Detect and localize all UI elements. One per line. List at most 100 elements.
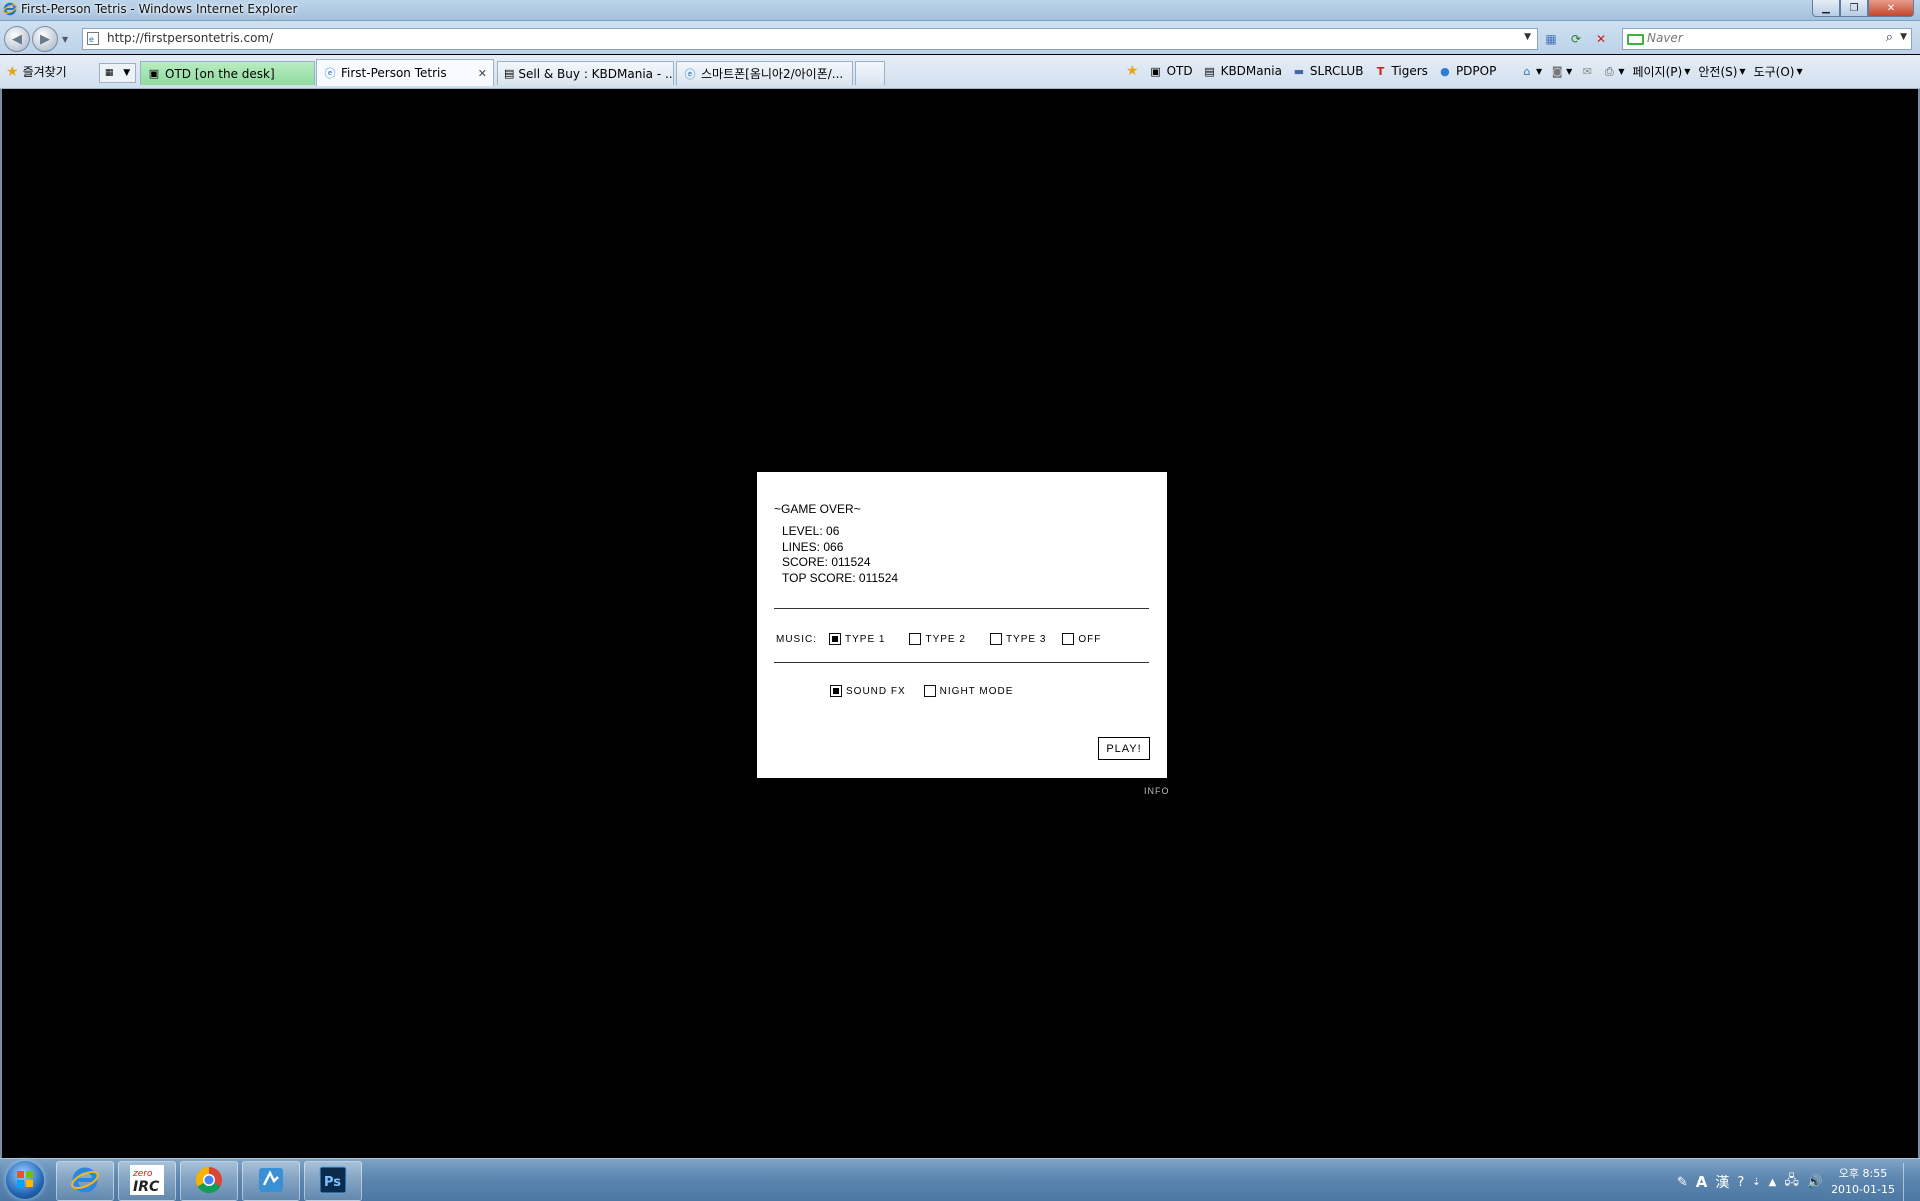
music-type2-checkbox[interactable] [909, 633, 922, 645]
favorites-button[interactable]: ★ 즐겨찾기 [6, 63, 67, 80]
history-dropdown-icon[interactable]: ▼ [62, 35, 68, 44]
sound-fx-option[interactable]: SOUND FX [830, 685, 906, 697]
music-type1-checkbox[interactable] [829, 633, 841, 645]
page-menu[interactable]: 페이지(P) ▼ [1632, 63, 1690, 80]
clock[interactable]: 오후 8:55 2010-01-15 [1831, 1166, 1895, 1198]
address-dropdown-icon[interactable]: ▼ [1524, 32, 1531, 42]
tab-label: OTD [on the desk] [165, 66, 275, 81]
link-slrclub[interactable]: ▬ SLRCLUB [1292, 64, 1364, 78]
mail-button[interactable]: ✉ [1580, 65, 1594, 79]
page-content: ~GAME OVER~ LEVEL: 06 LINES: 066 SCORE: … [0, 89, 1920, 1158]
window-title-bar: First-Person Tetris - Windows Internet E… [0, 0, 1920, 21]
help-icon[interactable]: ? [1737, 1175, 1744, 1190]
svg-text:IRC: IRC [133, 1179, 160, 1195]
top-score-stat: TOP SCORE: 011524 [782, 570, 899, 585]
link-tigers[interactable]: T Tigers [1373, 64, 1428, 78]
music-off-checkbox[interactable] [1062, 633, 1075, 645]
url-text[interactable]: http://firstpersontetris.com/ [107, 31, 273, 45]
taskbar-app[interactable] [242, 1161, 300, 1201]
safety-menu[interactable]: 안전(S) ▼ [1698, 63, 1745, 80]
home-icon: ⌂ [1523, 65, 1531, 78]
add-favorite-star-icon[interactable]: ★ [1126, 63, 1139, 79]
home-button[interactable]: ⌂ ▼ [1520, 65, 1543, 79]
new-tab-button[interactable] [855, 61, 885, 85]
divider [774, 662, 1149, 663]
refresh-button[interactable]: ⟳ [1565, 29, 1587, 49]
taskbar-zero-irc[interactable]: zero IRC [118, 1161, 176, 1201]
ime-mode-hanja[interactable]: 漢 [1715, 1172, 1729, 1192]
restore-button[interactable]: ❐ [1840, 0, 1868, 17]
page-icon: e [87, 32, 99, 48]
refresh-icon: ⟳ [1570, 32, 1582, 46]
tab-list-dropdown-icon[interactable]: ▼ [123, 68, 130, 78]
tools-menu-dropdown-icon: ▼ [1796, 67, 1803, 76]
sound-fx-checkbox[interactable] [830, 685, 842, 697]
extra-options: SOUND FX NIGHT MODE [830, 685, 1013, 697]
search-input[interactable]: Naver ⌕ ▼ [1622, 28, 1912, 50]
tab-command-bar: ★ 즐겨찾기 ▦ ▼ ▣ OTD [on the desk] ⓔ First-P… [0, 55, 1920, 89]
music-type3-option[interactable]: TYPE 3 [989, 633, 1046, 645]
game-over-dialog: ~GAME OVER~ LEVEL: 06 LINES: 066 SCORE: … [757, 472, 1167, 778]
window-controls: ▁ ❐ ✕ [1812, 0, 1914, 18]
start-button[interactable] [6, 1161, 44, 1199]
back-arrow-icon: ◀ [12, 31, 22, 47]
safety-menu-dropdown-icon: ▼ [1739, 67, 1746, 76]
print-dropdown-icon[interactable]: ▼ [1618, 67, 1624, 76]
network-icon[interactable]: 🖧 [1784, 1171, 1799, 1193]
taskbar-internet-explorer[interactable] [56, 1161, 114, 1201]
forward-button[interactable]: ▶ [32, 26, 58, 52]
quick-tabs-button[interactable]: ▦ ▼ [99, 63, 136, 83]
feeds-dropdown-icon[interactable]: ▼ [1566, 67, 1572, 76]
tools-menu[interactable]: 도구(O) ▼ [1754, 63, 1803, 80]
volume-icon[interactable]: 🔊 [1807, 1175, 1823, 1190]
tab-smartphone[interactable]: ⓔ 스마트폰[옴니아2/아이폰/... [676, 61, 853, 85]
link-pdpop[interactable]: ● PDPOP [1438, 64, 1496, 78]
show-desktop-button[interactable] [1903, 1163, 1914, 1201]
minimize-icon: ▁ [1822, 2, 1830, 14]
music-label: MUSIC: [776, 633, 817, 645]
tab-otd[interactable]: ▣ OTD [on the desk] [140, 61, 315, 85]
feeds-button[interactable]: ◙ ▼ [1550, 65, 1573, 79]
home-dropdown-icon[interactable]: ▼ [1536, 67, 1542, 76]
language-bar-options-icon[interactable]: ⇣ [1752, 1177, 1760, 1188]
show-hidden-icons-icon[interactable]: ▲ [1769, 1177, 1777, 1188]
night-mode-checkbox[interactable] [923, 685, 936, 697]
search-options-dropdown-icon[interactable]: ▼ [1900, 32, 1907, 42]
music-type1-option[interactable]: TYPE 1 [829, 633, 885, 645]
info-link[interactable]: INFO [1144, 786, 1170, 796]
back-button[interactable]: ◀ [4, 26, 30, 52]
print-icon: ⎙ [1604, 64, 1614, 78]
minimize-button[interactable]: ▁ [1812, 0, 1840, 17]
search-icon[interactable]: ⌕ [1886, 30, 1893, 45]
print-button[interactable]: ⎙ ▼ [1602, 64, 1625, 79]
link-kbdmania[interactable]: ▤ KBDMania [1203, 64, 1282, 78]
ime-toggle-icon[interactable]: ✎ [1677, 1175, 1688, 1190]
taskbar-chrome[interactable] [180, 1161, 238, 1201]
compatibility-view-button[interactable]: ▦ [1540, 29, 1562, 49]
tab-label: Sell & Buy : KBDMania - ... [518, 66, 674, 81]
music-off-option[interactable]: OFF [1062, 633, 1101, 645]
address-input[interactable]: e http://firstpersontetris.com/ ▼ [82, 28, 1538, 50]
music-type3-checkbox[interactable] [989, 633, 1002, 645]
play-button[interactable]: PLAY! [1098, 737, 1150, 760]
command-bar: ⌂ ▼ ◙ ▼ ✉ ⎙ ▼ 페이지(P) ▼ 안전(S) ▼ 도구(O) ▼ [1520, 63, 1803, 80]
restore-icon: ❐ [1849, 2, 1859, 14]
page-menu-dropdown-icon: ▼ [1684, 67, 1691, 76]
ie-logo-icon [2, 2, 18, 19]
tab-label: 스마트폰[옴니아2/아이폰/... [701, 67, 844, 81]
stop-button[interactable]: ✕ [1590, 29, 1612, 49]
close-window-button[interactable]: ✕ [1868, 0, 1914, 17]
link-otd[interactable]: ▣ OTD [1149, 64, 1192, 78]
svg-text:Ps: Ps [324, 1175, 341, 1190]
music-type2-option[interactable]: TYPE 2 [909, 633, 965, 645]
tab-first-person-tetris[interactable]: ⓔ First-Person Tetris ✕ [316, 59, 494, 86]
ime-mode-a[interactable]: A [1696, 1173, 1708, 1191]
tab-kbdmania[interactable]: ▤ Sell & Buy : KBDMania - ... [497, 61, 674, 85]
night-mode-option[interactable]: NIGHT MODE [923, 685, 1014, 697]
close-tab-icon[interactable]: ✕ [478, 67, 487, 80]
page-menu-label: 페이지(P) [1632, 65, 1683, 79]
taskbar-photoshop[interactable]: Ps [304, 1161, 362, 1201]
favorites-label: 즐겨찾기 [22, 65, 67, 79]
game-over-title: ~GAME OVER~ [774, 502, 861, 516]
quick-tabs-icon: ▦ [104, 68, 114, 78]
